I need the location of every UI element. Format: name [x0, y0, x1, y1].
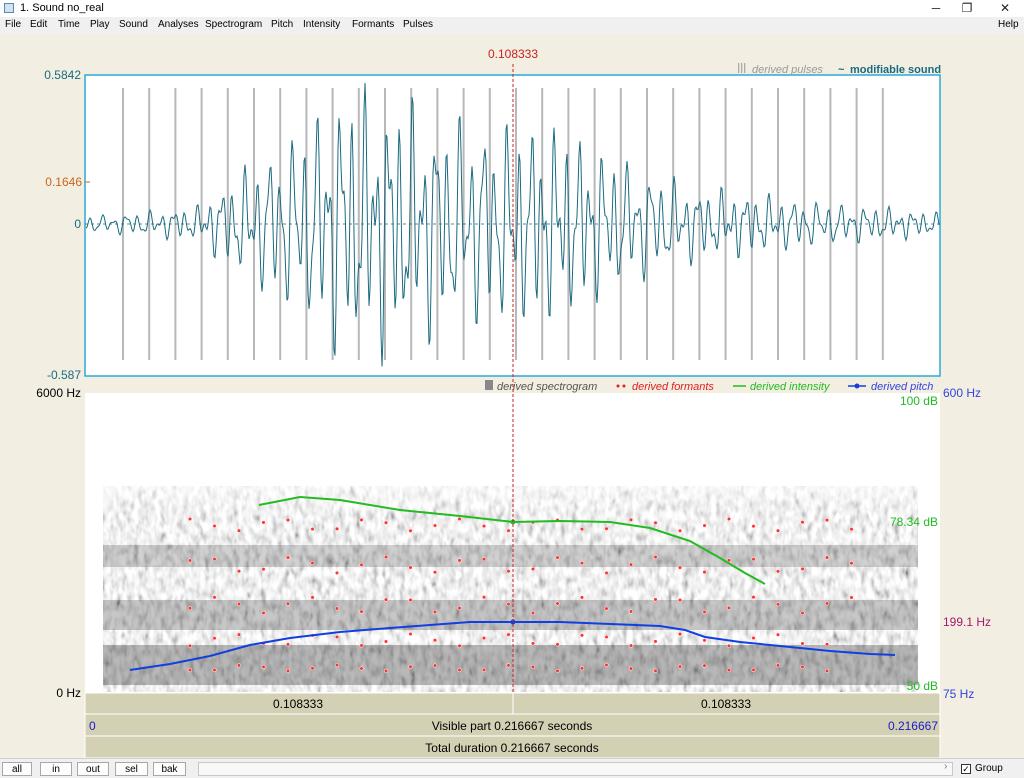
group-checkbox[interactable]: ✓	[961, 764, 971, 774]
sound-editor[interactable]: 0.5842 0.1646 0 -0.587 derived pulses ~ …	[0, 34, 1024, 759]
intensity-cursor-label: 78.34 dB	[890, 515, 938, 529]
visible-part-label: Visible part 0.216667 seconds	[432, 719, 593, 733]
menu-file[interactable]: File	[5, 19, 21, 30]
menu-bar: File Edit Time Play Sound Analyses Spect…	[0, 17, 1024, 34]
waveform-legend: derived pulses ~ modifiable sound	[738, 63, 941, 76]
horizontal-scrollbar[interactable]	[198, 762, 953, 776]
spectrogram-image	[103, 486, 918, 692]
legend-spectrogram: derived spectrogram	[497, 381, 597, 393]
menu-time[interactable]: Time	[58, 19, 80, 30]
menu-pitch[interactable]: Pitch	[271, 19, 293, 30]
legend-formants: derived formants	[632, 381, 714, 393]
visible-start-label: 0	[89, 719, 96, 733]
segment-right-label: 0.108333	[701, 697, 751, 711]
wave-ymax-label: 0.5842	[44, 68, 81, 82]
window-title: 1. Sound no_real	[20, 2, 104, 14]
wave-ymid-label: 0.1646	[45, 175, 82, 189]
segment-left-label: 0.108333	[273, 697, 323, 711]
pitch-cursor-label: 199.1 Hz	[943, 615, 991, 629]
group-label: Group	[975, 763, 1003, 774]
menu-pulses[interactable]: Pulses	[403, 19, 433, 30]
spectrogram-legend: derived spectrogram derived formants der…	[485, 380, 933, 393]
zoom-all-button[interactable]: all	[2, 762, 32, 776]
legend-pulses: derived pulses	[752, 64, 823, 76]
menu-formants[interactable]: Formants	[352, 19, 394, 30]
menu-play[interactable]: Play	[90, 19, 109, 30]
zoom-sel-button[interactable]: sel	[115, 762, 148, 776]
legend-sound: modifiable sound	[850, 64, 941, 76]
menu-edit[interactable]: Edit	[30, 19, 47, 30]
wave-ymin-label: -0.587	[47, 368, 81, 382]
app-icon	[4, 3, 14, 13]
cursor-time-label: 0.108333	[488, 47, 538, 61]
zoom-out-button[interactable]: out	[77, 762, 109, 776]
menu-sound[interactable]: Sound	[119, 19, 148, 30]
menu-spectrogram[interactable]: Spectrogram	[205, 19, 262, 30]
close-icon[interactable]: ✕	[988, 0, 1022, 17]
zoom-in-button[interactable]: in	[40, 762, 72, 776]
intensity-bottom-label: 50 dB	[907, 679, 938, 693]
title-bar: 1. Sound no_real ─ ❐ ✕	[0, 0, 1024, 18]
minimize-icon[interactable]: ─	[919, 0, 953, 17]
pitch-bottom-label: 75 Hz	[943, 687, 974, 701]
legend-pitch: derived pitch	[871, 381, 933, 393]
menu-analyses[interactable]: Analyses	[158, 19, 199, 30]
freq-bottom-label: 0 Hz	[56, 686, 81, 700]
menu-help[interactable]: Help	[998, 19, 1019, 30]
wave-zero-label: 0	[74, 217, 81, 231]
freq-top-label: 6000 Hz	[36, 386, 81, 400]
scroll-right-icon[interactable]: ›	[944, 761, 947, 772]
legend-intensity: derived intensity	[750, 381, 831, 393]
maximize-icon[interactable]: ❐	[950, 0, 984, 17]
intensity-top-label: 100 dB	[900, 394, 938, 408]
pitch-top-label: 600 Hz	[943, 386, 981, 400]
zoom-back-button[interactable]: bak	[153, 762, 186, 776]
bottom-bar: all in out sel bak ‹ › ✓ Group	[0, 758, 1024, 778]
total-duration-label: Total duration 0.216667 seconds	[425, 741, 598, 755]
visible-end-label: 0.216667	[888, 719, 938, 733]
svg-text:~: ~	[838, 64, 845, 76]
menu-intensity[interactable]: Intensity	[303, 19, 340, 30]
